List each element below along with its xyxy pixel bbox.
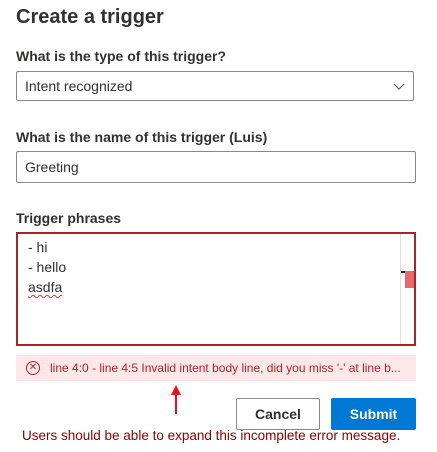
- trigger-name-input[interactable]: [16, 151, 416, 183]
- editor-lines: - hi - hello asdfa: [28, 237, 66, 297]
- submit-button[interactable]: Submit: [331, 398, 416, 430]
- trigger-name-label: What is the name of this trigger (Luis): [16, 129, 268, 145]
- editor-line: - hi: [28, 239, 48, 255]
- annotation-note: Users should be able to expand this inco…: [22, 428, 401, 443]
- error-circle-icon: ✕: [26, 361, 40, 375]
- cancel-button[interactable]: Cancel: [236, 398, 320, 430]
- trigger-type-label: What is the type of this trigger?: [16, 48, 227, 64]
- trigger-phrases-editor[interactable]: - hi - hello asdfa: [16, 232, 416, 346]
- trigger-type-selected-value: Intent recognized: [25, 78, 133, 94]
- dialog-title: Create a trigger: [16, 6, 164, 28]
- error-message-text: line 4:0 - line 4:5 Invalid intent body …: [50, 361, 401, 375]
- error-position-marker: [405, 271, 414, 288]
- error-message-bar[interactable]: ✕ line 4:0 - line 4:5 Invalid intent bod…: [16, 355, 416, 381]
- chevron-down-icon: [393, 83, 405, 90]
- up-arrow-icon: [171, 385, 181, 414]
- editor-scrollbar[interactable]: [400, 234, 414, 344]
- editor-line-error: asdfa: [28, 279, 63, 295]
- trigger-type-dropdown[interactable]: Intent recognized: [16, 71, 414, 101]
- editor-line: - hello: [28, 259, 67, 275]
- trigger-phrases-label: Trigger phrases: [16, 210, 122, 226]
